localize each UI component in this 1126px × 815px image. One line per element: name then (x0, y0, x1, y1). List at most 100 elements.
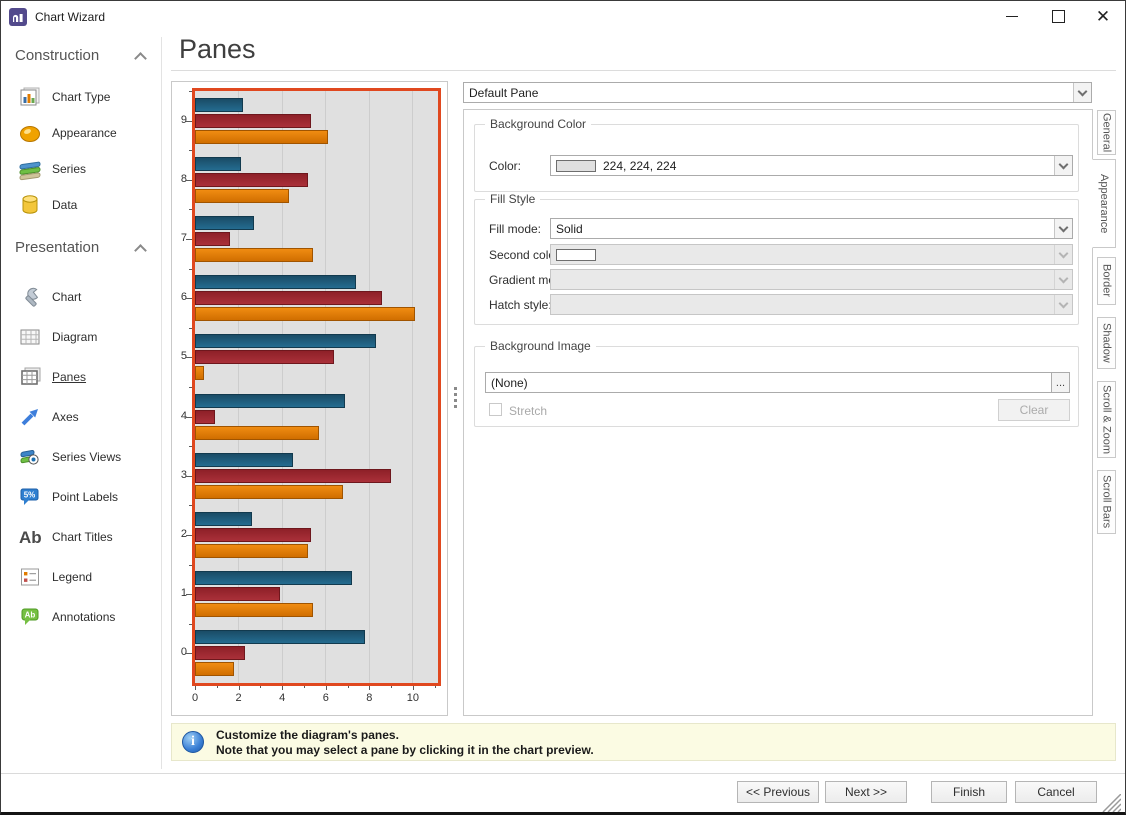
combo-value: Solid (551, 219, 1054, 238)
y-axis-tick (186, 357, 192, 358)
sidebar-item-label: Chart Titles (52, 530, 113, 544)
close-button[interactable]: ✕ (1086, 1, 1120, 31)
tab-label: General (1101, 113, 1113, 152)
tab-label: Appearance (1098, 174, 1110, 233)
sidebar-section-construction[interactable]: Construction (1, 45, 161, 69)
svg-text:5%: 5% (24, 491, 36, 500)
options-panel: Background Color Color: 224, 224, 224 Fi… (463, 109, 1093, 716)
bar-blue-cat2 (195, 512, 252, 526)
tab-border[interactable]: Border (1097, 257, 1116, 305)
chevron-up-icon (134, 244, 147, 257)
field-label: Fill mode: (489, 222, 541, 236)
x-axis-tick (369, 686, 370, 690)
bar-red-cat3 (195, 469, 391, 483)
chevron-down-icon[interactable] (1073, 83, 1091, 102)
next-button[interactable]: Next >> (825, 781, 907, 803)
sidebar-item-label: Point Labels (52, 490, 118, 504)
pane-selector-combo[interactable]: Default Pane (463, 82, 1092, 103)
y-axis-label: 9 (172, 114, 187, 126)
titlebar[interactable]: Chart Wizard ✕ (1, 1, 1125, 33)
gridline (369, 91, 370, 683)
cancel-button[interactable]: Cancel (1015, 781, 1097, 803)
panes-icon (17, 365, 43, 389)
background-color-combo[interactable]: 224, 224, 224 (550, 155, 1073, 176)
x-axis-label: 10 (402, 692, 424, 704)
gridline (325, 91, 326, 683)
tab-label: Scroll & Zoom (1101, 385, 1113, 454)
y-axis-minor-tick (189, 565, 192, 566)
background-color-group: Background Color Color: 224, 224, 224 (474, 124, 1079, 192)
chart-preview: 98765432100246810 (171, 81, 448, 716)
section-label: Construction (15, 47, 99, 64)
gridline (412, 91, 413, 683)
resize-grip[interactable] (1099, 794, 1121, 815)
field-label: Color: (489, 159, 521, 173)
sidebar-item-series[interactable]: Series (1, 151, 161, 187)
y-axis-minor-tick (189, 91, 192, 92)
chevron-down-icon[interactable] (1054, 219, 1072, 238)
bar-orange-cat6 (195, 307, 415, 321)
sidebar-item-chart-type[interactable]: Chart Type (1, 79, 161, 115)
sidebar-item-annotations[interactable]: AbAnnotations (1, 597, 161, 637)
x-axis-tick (413, 686, 414, 690)
sidebar-item-label: Annotations (52, 610, 115, 624)
background-image-field[interactable]: (None) (485, 372, 1052, 393)
sidebar-item-diagram[interactable]: Diagram (1, 317, 161, 357)
y-axis-label: 7 (172, 232, 187, 244)
y-axis-label: 8 (172, 173, 187, 185)
bar-blue-cat8 (195, 157, 241, 171)
sidebar-item-data[interactable]: Data (1, 187, 161, 223)
tab-general[interactable]: General (1097, 110, 1116, 155)
sidebar-item-appearance[interactable]: Appearance (1, 115, 161, 151)
bar-blue-cat3 (195, 453, 293, 467)
y-axis-tick (186, 417, 192, 418)
browse-ellipsis-button[interactable]: ... (1052, 372, 1070, 393)
fill-mode-row: Fill mode: Solid (475, 218, 1078, 240)
finish-button[interactable]: Finish (931, 781, 1007, 803)
sidebar-item-series-views[interactable]: Series Views (1, 437, 161, 477)
sidebar-item-axes[interactable]: Axes (1, 397, 161, 437)
y-axis-label: 3 (172, 469, 187, 481)
tab-scroll-bars[interactable]: Scroll Bars (1097, 470, 1116, 534)
tab-label: Border (1101, 264, 1113, 297)
sidebar-item-legend[interactable]: Legend (1, 557, 161, 597)
y-axis-minor-tick (189, 328, 192, 329)
x-axis-minor-tick (435, 686, 436, 688)
y-axis-minor-tick (189, 387, 192, 388)
sidebar-item-panes[interactable]: Panes (1, 357, 161, 397)
diagram-icon (17, 325, 43, 349)
minimize-button[interactable] (995, 1, 1029, 31)
clear-button: Clear (998, 399, 1070, 421)
maximize-button[interactable] (1041, 1, 1075, 31)
sidebar-separator (161, 37, 162, 769)
group-label: Fill Style (485, 192, 540, 206)
chart-wizard-dialog: Chart Wizard ✕ ConstructionChart TypeApp… (0, 0, 1126, 815)
sidebar-section-presentation[interactable]: Presentation (1, 237, 161, 261)
sidebar-item-chart-titles[interactable]: Ab Chart Titles (1, 517, 161, 557)
bar-red-cat9 (195, 114, 311, 128)
page-title: Panes (179, 34, 256, 65)
tab-shadow[interactable]: Shadow (1097, 317, 1116, 369)
pane-selector-value: Default Pane (464, 83, 1073, 102)
previous-button[interactable]: << Previous (737, 781, 819, 803)
chevron-up-icon (134, 52, 147, 65)
fill-mode-combo[interactable]: Solid (550, 218, 1073, 239)
splitter-handle[interactable] (452, 387, 458, 413)
tab-appearance[interactable]: Appearance (1092, 159, 1116, 248)
sidebar-item-chart[interactable]: Chart (1, 277, 161, 317)
chart-icon (17, 285, 43, 309)
sidebar-item-point-labels[interactable]: 5% Point Labels (1, 477, 161, 517)
chart-titles-icon: Ab (17, 525, 43, 549)
info-text-line2: Note that you may select a pane by click… (216, 743, 594, 757)
info-bar: i Customize the diagram's panes. Note th… (171, 723, 1116, 761)
bar-orange-cat0 (195, 662, 234, 676)
x-axis-tick (239, 686, 240, 690)
sidebar-item-label: Series (52, 162, 86, 176)
gradient-mode-row: Gradient mode: (475, 269, 1078, 291)
bar-blue-cat6 (195, 275, 356, 289)
y-axis-minor-tick (189, 269, 192, 270)
chart-pane-selected[interactable] (192, 88, 441, 686)
tab-scroll-zoom[interactable]: Scroll & Zoom (1097, 381, 1116, 458)
chevron-down-icon[interactable] (1054, 156, 1072, 175)
bar-red-cat7 (195, 232, 230, 246)
